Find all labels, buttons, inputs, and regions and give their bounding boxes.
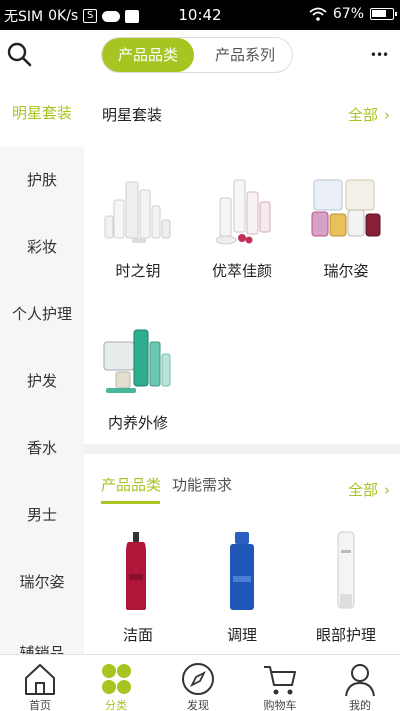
product-item[interactable]: 眼部护理 bbox=[296, 530, 396, 645]
sidebar-item-perfume[interactable]: 香水 bbox=[0, 415, 84, 482]
battery-icon bbox=[370, 8, 397, 20]
tab-product-category[interactable]: 产品品类 bbox=[101, 474, 161, 495]
tab-active-indicator bbox=[101, 501, 160, 504]
product-name: 时之钥 bbox=[115, 262, 161, 280]
home-icon bbox=[25, 664, 55, 695]
more-button[interactable]: ••• bbox=[368, 42, 390, 66]
nav-label: 首页 bbox=[29, 699, 51, 711]
product-image bbox=[103, 329, 171, 393]
segment-product-category[interactable]: 产品品类 bbox=[102, 38, 194, 72]
sidebar-item-skincare[interactable]: 护肤 bbox=[0, 147, 84, 214]
product-item[interactable]: 内养外修 bbox=[88, 328, 188, 433]
product-name: 瑞尔姿 bbox=[323, 262, 369, 280]
product-name: 内养外修 bbox=[107, 414, 168, 432]
cart-icon bbox=[264, 666, 296, 695]
segment-product-series[interactable]: 产品系列 bbox=[198, 38, 292, 72]
sidebar-item-ruierzi[interactable]: 瑞尔姿 bbox=[0, 549, 84, 616]
product-image bbox=[337, 531, 355, 609]
tab-function-needs[interactable]: 功能需求 bbox=[172, 474, 232, 495]
nav-label: 我的 bbox=[349, 699, 371, 711]
sidebar-item-accessories[interactable]: 辅销品 bbox=[0, 620, 84, 654]
product-image bbox=[230, 532, 254, 610]
product-name: 优萃佳颜 bbox=[211, 262, 272, 280]
filter-tabs: 产品品类 功能需求 全部 › bbox=[84, 454, 400, 504]
search-icon bbox=[7, 42, 32, 67]
section-title: 明星套装 bbox=[102, 106, 163, 124]
sidebar-item-personal-care[interactable]: 个人护理 bbox=[0, 281, 84, 348]
nav-profile[interactable]: 我的 bbox=[320, 655, 400, 711]
battery-percent: 67% bbox=[332, 6, 364, 22]
product-image bbox=[215, 179, 271, 245]
product-item[interactable]: 调理 bbox=[192, 530, 292, 645]
sidebar-item-haircare[interactable]: 护发 bbox=[0, 348, 84, 415]
product-name: 洁面 bbox=[122, 626, 153, 644]
product-name: 眼部护理 bbox=[315, 626, 376, 644]
category-content: 明星套装 全部 › 时之钥 优萃佳颜 瑞尔姿 内养外修 产品品类 功能需求 全部… bbox=[84, 80, 400, 654]
nav-label: 分类 bbox=[105, 699, 127, 711]
product-item[interactable]: 瑞尔姿 bbox=[296, 176, 396, 281]
product-item[interactable]: 时之钥 bbox=[88, 176, 188, 281]
product-image bbox=[311, 179, 381, 237]
sidebar-item-makeup[interactable]: 彩妆 bbox=[0, 214, 84, 281]
chevron-right-icon: › bbox=[384, 481, 390, 499]
user-icon bbox=[345, 664, 375, 697]
view-all-link[interactable]: 全部 › bbox=[348, 479, 390, 500]
product-image bbox=[126, 532, 146, 610]
section-divider bbox=[84, 444, 400, 454]
more-icon: ••• bbox=[369, 48, 389, 62]
product-item[interactable]: 洁面 bbox=[88, 530, 188, 645]
nav-label: 发现 bbox=[187, 699, 209, 711]
wifi-icon bbox=[309, 7, 327, 21]
compass-icon bbox=[182, 663, 214, 695]
search-button[interactable] bbox=[6, 41, 34, 69]
nav-home[interactable]: 首页 bbox=[0, 655, 80, 711]
product-image bbox=[104, 181, 171, 243]
chevron-right-icon: › bbox=[384, 106, 390, 124]
product-item[interactable]: 优萃佳颜 bbox=[192, 176, 292, 281]
view-all-label: 全部 bbox=[347, 481, 378, 499]
nav-discover[interactable]: 发现 bbox=[158, 655, 238, 711]
view-all-link[interactable]: 全部 › bbox=[348, 104, 390, 125]
product-name: 调理 bbox=[226, 626, 257, 644]
category-sidebar: 明星套装 护肤 彩妆 个人护理 护发 香水 男士 瑞尔姿 辅销品 bbox=[0, 80, 84, 654]
category-grid-icon bbox=[102, 664, 131, 694]
sidebar-item-star-sets[interactable]: 明星套装 bbox=[0, 80, 84, 147]
sidebar-item-men[interactable]: 男士 bbox=[0, 482, 84, 549]
category-segmented-control: 产品品类 产品系列 bbox=[101, 37, 293, 73]
top-bar: 产品品类 产品系列 ••• bbox=[0, 30, 400, 80]
status-bar: 无SIM 0K/s S 10:42 67% bbox=[0, 0, 400, 30]
nav-category[interactable]: 分类 bbox=[76, 655, 156, 711]
view-all-label: 全部 bbox=[347, 106, 378, 124]
bottom-nav: 首页 分类 发现 购物车 我的 bbox=[0, 654, 400, 711]
nav-label: 购物车 bbox=[263, 699, 297, 711]
nav-cart[interactable]: 购物车 bbox=[240, 655, 320, 711]
